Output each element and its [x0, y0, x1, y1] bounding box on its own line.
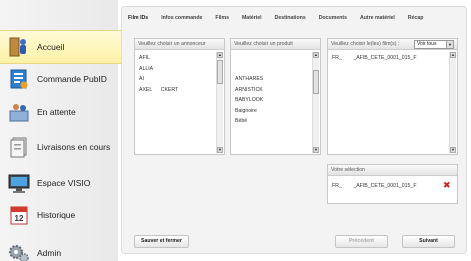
scroll-up-arrow-icon[interactable]: ▲: [217, 52, 223, 58]
sidebar-item-label: En attente: [37, 107, 76, 117]
film-filter-value: Voir tous: [417, 41, 437, 47]
advertiser-items: AFIL ALLIA AI AXEL CKERT: [135, 50, 224, 98]
tab-documents[interactable]: Documents: [319, 15, 347, 21]
product-scrollbar[interactable]: ▲ ▼: [312, 52, 319, 153]
list-item[interactable]: FR_ _AFIB_CETE_0001_015_F: [332, 53, 453, 64]
monitor-icon: [8, 172, 30, 194]
film-scrollbar[interactable]: ▲ ▼: [449, 52, 456, 153]
sidebar-item-accueil[interactable]: Accueil: [0, 30, 140, 64]
order-wizard-panel: Film IDs Infos commande Films Matériel D…: [121, 6, 467, 254]
sidebar-item-label: Historique: [37, 210, 76, 220]
sidebar: Accueil Commande PubID En attente Livrai…: [0, 0, 140, 261]
film-listbox[interactable]: Veuillez choisir le(les) film(s) : Voir …: [327, 38, 458, 155]
tab-film-ids[interactable]: Film IDs: [128, 15, 148, 21]
list-item[interactable]: ARNISTICK: [235, 85, 316, 96]
scroll-down-arrow-icon[interactable]: ▼: [217, 147, 223, 153]
film-list-header: Veuillez choisir le(les) film(s) : Voir …: [328, 39, 457, 50]
list-item[interactable]: AXEL CKERT: [139, 85, 220, 96]
tab-films[interactable]: Films: [215, 15, 229, 21]
remove-icon[interactable]: ✖: [443, 181, 451, 190]
tab-infos-commande[interactable]: Infos commande: [161, 15, 202, 21]
tab-autre-materiel[interactable]: Autre matériel: [360, 15, 395, 21]
wizard-tabs: Film IDs Infos commande Films Matériel D…: [122, 7, 466, 29]
sidebar-item-label: Accueil: [37, 42, 65, 52]
scroll-up-arrow-icon[interactable]: ▲: [450, 52, 456, 58]
document-stack-icon: [8, 136, 30, 158]
sidebar-item-historique[interactable]: 12 Historique: [0, 198, 118, 232]
scroll-thumb[interactable]: [217, 60, 223, 84]
list-item[interactable]: Baignoire: [235, 106, 316, 117]
selection-header: Votre sélection: [328, 165, 457, 176]
tab-materiel[interactable]: Matériel: [242, 15, 262, 21]
advertiser-scrollbar[interactable]: ▲ ▼: [216, 52, 223, 153]
sidebar-item-espace-visio[interactable]: Espace VISIO: [0, 166, 118, 200]
sidebar-item-label: Commande PubID: [37, 74, 107, 84]
sidebar-item-label: Livraisons en cours: [37, 142, 111, 152]
selection-box: Votre sélection FR_ _AFIB_CETE_0001_015_…: [327, 164, 458, 204]
product-items: ANTHARES ARNISTICK BABYLOOK Baignoire Bé…: [231, 50, 320, 130]
scroll-up-arrow-icon[interactable]: ▲: [313, 52, 319, 58]
sidebar-item-admin[interactable]: Admin: [0, 236, 118, 261]
gears-icon: [8, 242, 30, 261]
film-items: FR_ _AFIB_CETE_0001_015_F: [328, 50, 457, 67]
list-item[interactable]: ANTHARES: [235, 74, 316, 85]
film-list-header-label: Veuillez choisir le(les) film(s) :: [331, 41, 400, 47]
advertiser-listbox[interactable]: Veuillez choisir un annonceur AFIL ALLIA…: [134, 38, 225, 155]
film-filter-select[interactable]: Voir tous ▼: [414, 40, 454, 49]
sidebar-item-en-attente[interactable]: En attente: [0, 95, 118, 129]
next-button[interactable]: Suivant: [402, 235, 455, 248]
chevron-down-icon[interactable]: ▼: [446, 41, 453, 48]
tab-destinations[interactable]: Destinations: [275, 15, 306, 21]
list-item[interactable]: BABYLOOK: [235, 95, 316, 106]
sidebar-item-livraisons[interactable]: Livraisons en cours: [0, 130, 118, 164]
previous-button[interactable]: Précédent: [335, 235, 388, 248]
advertiser-list-header: Veuillez choisir un annonceur: [135, 39, 224, 50]
list-item[interactable]: AI: [139, 74, 220, 85]
product-list-header: Veuillez choisir un produit: [231, 39, 320, 50]
product-listbox[interactable]: Veuillez choisir un produit ANTHARES ARN…: [230, 38, 321, 155]
wizard-footer: Sauver et fermer Précédent Suivant: [122, 231, 466, 253]
list-item[interactable]: ALLIA: [139, 64, 220, 75]
person-at-door-icon: [8, 36, 30, 58]
scroll-down-arrow-icon[interactable]: ▼: [450, 147, 456, 153]
save-and-close-button[interactable]: Sauver et fermer: [134, 235, 189, 248]
svg-text:12: 12: [15, 214, 24, 223]
tab-recap[interactable]: Récap: [408, 15, 424, 21]
sidebar-item-label: Admin: [37, 248, 62, 258]
calendar-icon: 12: [8, 204, 30, 226]
scroll-down-arrow-icon[interactable]: ▼: [313, 147, 319, 153]
waiting-people-icon: [8, 101, 30, 123]
sidebar-item-commande-pubid[interactable]: Commande PubID: [0, 62, 118, 96]
scroll-thumb[interactable]: [313, 70, 319, 94]
selected-film-item: FR_ _AFIB_CETE_0001_015_F: [332, 183, 417, 189]
list-item[interactable]: AFIL: [139, 53, 220, 64]
order-form-icon: [8, 68, 30, 90]
list-item[interactable]: Bébé: [235, 116, 316, 127]
sidebar-item-label: Espace VISIO: [37, 178, 91, 188]
